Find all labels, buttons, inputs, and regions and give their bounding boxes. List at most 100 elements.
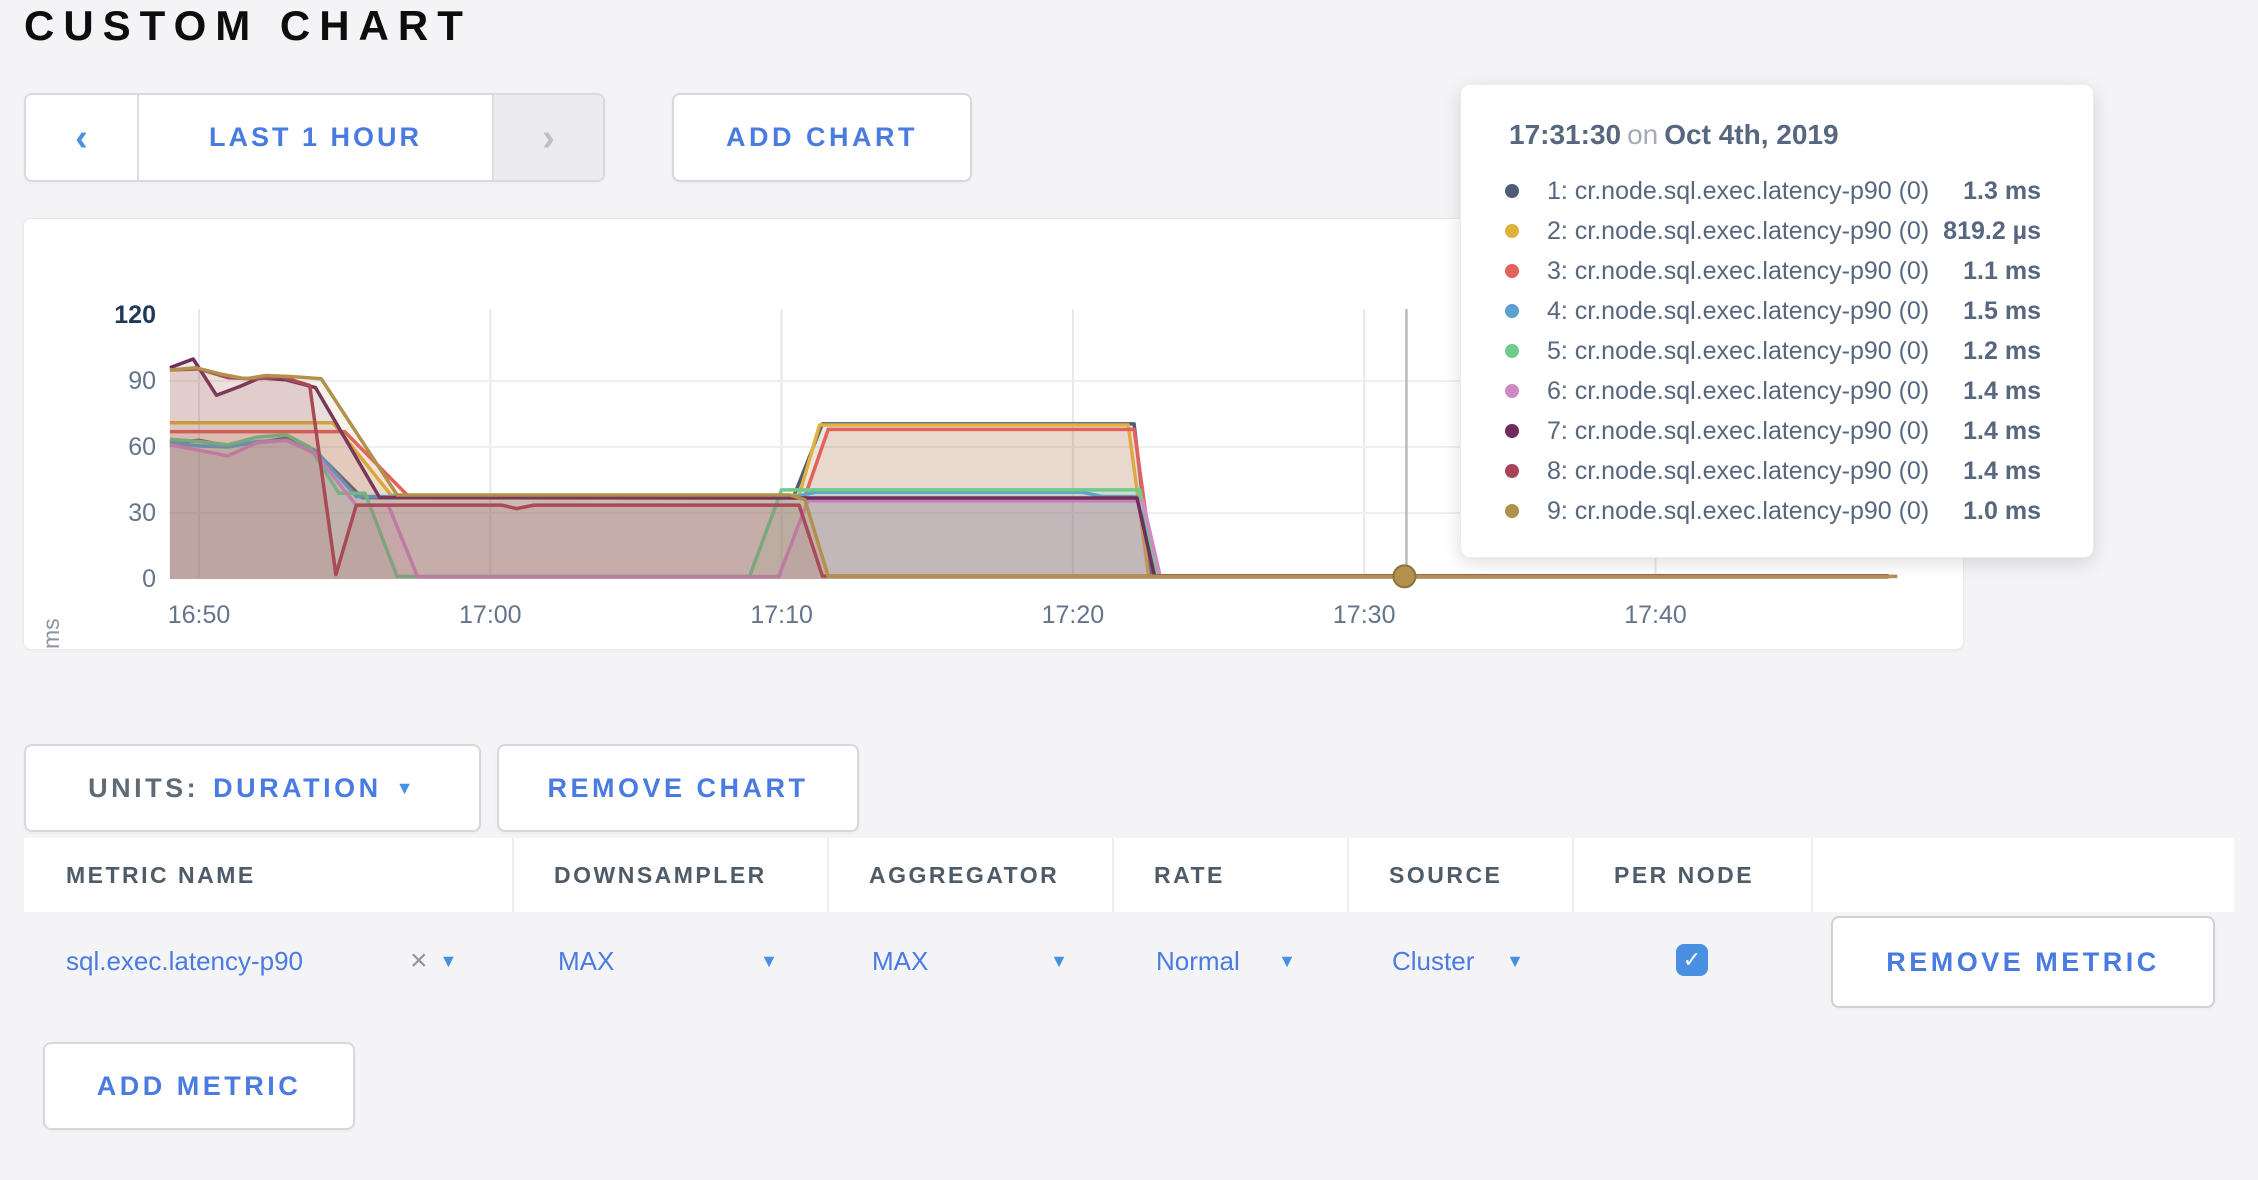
tooltip-date: Oct 4th, 2019	[1664, 119, 1838, 150]
y-tick-label: 120	[66, 301, 156, 330]
column-divider	[512, 838, 514, 912]
tooltip-time: 17:31:30	[1509, 119, 1621, 150]
units-value: DURATION	[213, 773, 381, 804]
legend-row: 9: cr.node.sql.exec.latency-p90 (0) 1.0 m…	[1505, 491, 2041, 531]
y-tick-label: 0	[66, 565, 156, 594]
column-header-per-node: PER NODE	[1614, 862, 1754, 889]
column-divider	[1347, 838, 1349, 912]
time-range-prev-button[interactable]: ‹	[26, 95, 137, 180]
column-header-rate: RATE	[1154, 862, 1225, 889]
column-divider	[1811, 838, 1813, 912]
legend-row: 3: cr.node.sql.exec.latency-p90 (0) 1.1 m…	[1505, 251, 2041, 291]
legend-value: 1.4 ms	[1963, 457, 2041, 486]
legend-row: 1: cr.node.sql.exec.latency-p90 (0) 1.3 m…	[1505, 171, 2041, 211]
legend-label: 8: cr.node.sql.exec.latency-p90 (0)	[1547, 457, 1929, 486]
chevron-left-icon: ‹	[75, 119, 88, 157]
dropdown-arrow-icon: ▼	[1050, 951, 1068, 972]
remove-chart-button[interactable]: REMOVE CHART	[497, 744, 859, 832]
legend-label: 2: cr.node.sql.exec.latency-p90 (0)	[1547, 217, 1929, 246]
legend-label: 4: cr.node.sql.exec.latency-p90 (0)	[1547, 297, 1929, 326]
legend-value: 1.2 ms	[1963, 337, 2041, 366]
legend-dot-icon	[1505, 424, 1519, 438]
add-metric-button[interactable]: ADD METRIC	[43, 1042, 355, 1130]
legend-row: 8: cr.node.sql.exec.latency-p90 (0) 1.4 m…	[1505, 451, 2041, 491]
source-value: Cluster	[1392, 946, 1474, 977]
tooltip-on-word: on	[1627, 119, 1658, 150]
x-tick-label: 17:10	[712, 601, 852, 630]
column-header-metric-name: METRIC NAME	[66, 862, 256, 889]
column-divider	[1112, 838, 1114, 912]
legend-row: 2: cr.node.sql.exec.latency-p90 (0) 819.2…	[1505, 211, 2041, 251]
legend-label: 9: cr.node.sql.exec.latency-p90 (0)	[1547, 497, 1929, 526]
x-tick-label: 17:20	[1003, 601, 1143, 630]
legend-dot-icon	[1505, 224, 1519, 238]
legend-value: 1.4 ms	[1963, 377, 2041, 406]
time-range-next-button[interactable]: ›	[494, 95, 603, 180]
metric-name-cell: sql.exec.latency-p90	[66, 946, 303, 977]
per-node-checkbox[interactable]: ✓	[1676, 944, 1708, 976]
units-dropdown[interactable]: UNITS: DURATION ▼	[24, 744, 481, 832]
column-header-downsampler: DOWNSAMPLER	[554, 862, 767, 889]
metric-name-link[interactable]: sql.exec.latency-p90	[66, 946, 303, 977]
legend-dot-icon	[1505, 504, 1519, 518]
legend-dot-icon	[1505, 304, 1519, 318]
metric-name-controls: × ▼	[410, 944, 457, 978]
legend-value: 1.4 ms	[1963, 417, 2041, 446]
tooltip-header: 17:31:30onOct 4th, 2019	[1509, 119, 1839, 151]
dropdown-arrow-icon: ▼	[760, 951, 778, 972]
remove-metric-button[interactable]: REMOVE METRIC	[1831, 916, 2215, 1008]
legend-value: 1.1 ms	[1963, 257, 2041, 286]
legend-dot-icon	[1505, 384, 1519, 398]
dropdown-arrow-icon: ▼	[396, 778, 417, 799]
legend-label: 5: cr.node.sql.exec.latency-p90 (0)	[1547, 337, 1929, 366]
units-label: UNITS:	[88, 773, 199, 804]
legend-label: 3: cr.node.sql.exec.latency-p90 (0)	[1547, 257, 1929, 286]
column-divider	[1572, 838, 1574, 912]
downsampler-value: MAX	[558, 946, 614, 977]
source-select[interactable]: Cluster ▼	[1392, 946, 1524, 977]
dropdown-arrow-icon: ▼	[1278, 951, 1296, 972]
chart-tooltip-card: 17:31:30onOct 4th, 2019 1: cr.node.sql.e…	[1460, 84, 2094, 558]
x-tick-label: 17:30	[1294, 601, 1434, 630]
y-tick-label: 60	[66, 433, 156, 462]
hover-dot	[1393, 565, 1415, 587]
legend-dot-icon	[1505, 184, 1519, 198]
legend-value: 1.3 ms	[1963, 177, 2041, 206]
legend-row: 7: cr.node.sql.exec.latency-p90 (0) 1.4 m…	[1505, 411, 2041, 451]
metrics-table-header: METRIC NAME DOWNSAMPLER AGGREGATOR RATE SOUR…	[24, 838, 2234, 912]
y-tick-label: 90	[66, 367, 156, 396]
add-chart-button[interactable]: ADD CHART	[672, 93, 972, 182]
page-title: CUSTOM CHART	[24, 2, 472, 50]
legend-row: 5: cr.node.sql.exec.latency-p90 (0) 1.2 m…	[1505, 331, 2041, 371]
x-tick-label: 17:40	[1586, 601, 1726, 630]
legend-dot-icon	[1505, 264, 1519, 278]
x-tick-label: 17:00	[420, 601, 560, 630]
clear-metric-x-icon[interactable]: ×	[410, 944, 428, 978]
legend-value: 1.0 ms	[1963, 497, 2041, 526]
legend-value: 819.2 µs	[1943, 217, 2041, 246]
time-range-display[interactable]: LAST 1 HOUR	[137, 95, 494, 180]
column-header-aggregator: AGGREGATOR	[869, 862, 1059, 889]
legend-label: 7: cr.node.sql.exec.latency-p90 (0)	[1547, 417, 1929, 446]
custom-chart-page: { "page": { "title": "CUSTOM CHART" }, "…	[0, 0, 2258, 1180]
chevron-right-icon: ›	[542, 119, 555, 157]
legend-label: 1: cr.node.sql.exec.latency-p90 (0)	[1547, 177, 1929, 206]
legend-dot-icon	[1505, 344, 1519, 358]
aggregator-value: MAX	[872, 946, 928, 977]
legend-label: 6: cr.node.sql.exec.latency-p90 (0)	[1547, 377, 1929, 406]
rate-value: Normal	[1156, 946, 1240, 977]
column-header-source: SOURCE	[1389, 862, 1502, 889]
column-divider	[827, 838, 829, 912]
legend-dot-icon	[1505, 464, 1519, 478]
downsampler-select[interactable]: MAX ▼	[558, 946, 778, 977]
tooltip-legend: 1: cr.node.sql.exec.latency-p90 (0) 1.3 m…	[1505, 171, 2041, 531]
rate-select[interactable]: Normal ▼	[1156, 946, 1296, 977]
y-tick-label: 30	[66, 499, 156, 528]
legend-row: 4: cr.node.sql.exec.latency-p90 (0) 1.5 m…	[1505, 291, 2041, 331]
dropdown-arrow-icon: ▼	[1506, 951, 1524, 972]
metric-dropdown-arrow-icon[interactable]: ▼	[440, 951, 458, 972]
x-tick-label: 16:50	[129, 601, 269, 630]
aggregator-select[interactable]: MAX ▼	[872, 946, 1068, 977]
legend-value: 1.5 ms	[1963, 297, 2041, 326]
checkmark-icon: ✓	[1683, 947, 1701, 973]
